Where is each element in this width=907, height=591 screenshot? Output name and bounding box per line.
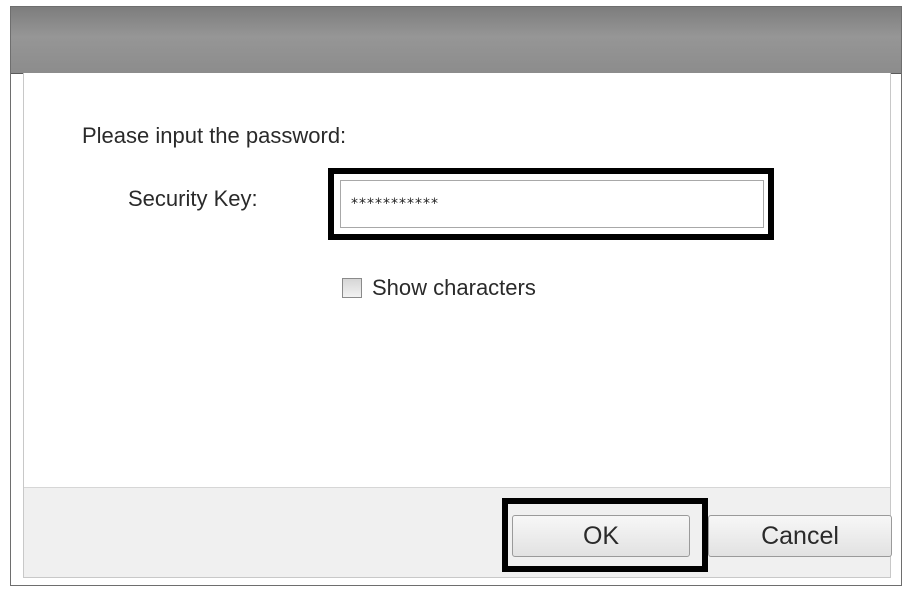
dialog-body: Please input the password: Security Key:… (23, 73, 892, 578)
password-dialog: Please input the password: Security Key:… (10, 6, 902, 586)
dialog-footer: OK Cancel (24, 487, 892, 577)
security-key-input[interactable] (340, 180, 764, 228)
show-characters-checkbox[interactable] (342, 278, 362, 298)
show-characters-row[interactable]: Show characters (342, 275, 536, 301)
ok-button[interactable]: OK (512, 515, 690, 557)
security-key-label: Security Key: (128, 186, 258, 211)
dialog-titlebar[interactable] (11, 7, 901, 74)
show-characters-label[interactable]: Show characters (372, 275, 536, 301)
password-prompt: Please input the password: (82, 123, 347, 148)
cancel-button[interactable]: Cancel (708, 515, 892, 557)
